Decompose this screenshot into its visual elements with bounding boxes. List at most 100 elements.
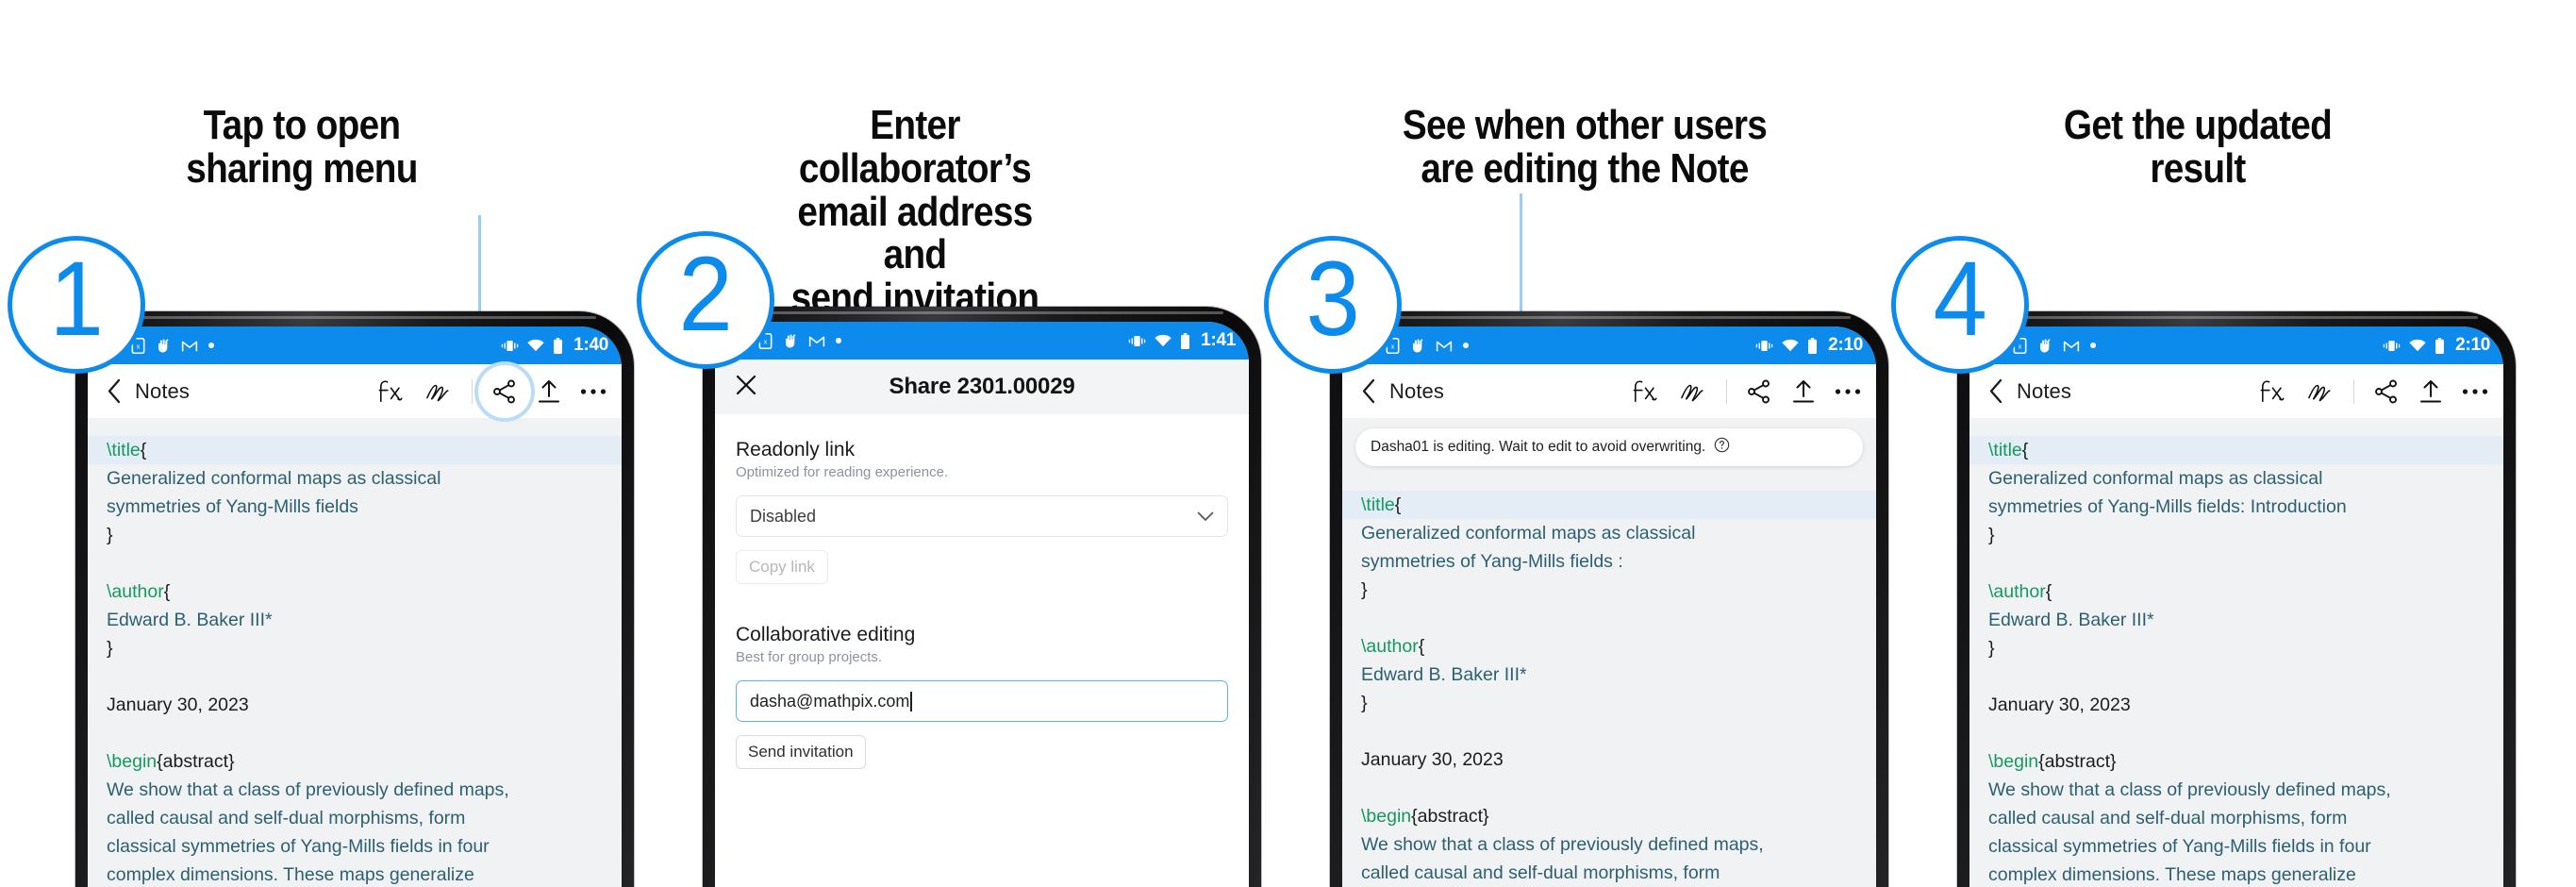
editor-token: \title bbox=[1988, 440, 2022, 460]
scribble-icon[interactable] bbox=[1679, 379, 1707, 404]
editing-notice-text: Dasha01 is editing. Wait to edit to avoi… bbox=[1371, 439, 1706, 455]
close-icon[interactable] bbox=[734, 373, 758, 402]
readonly-link-select-value: Disabled bbox=[750, 506, 817, 526]
editor-line: Generalized conformal maps as classical bbox=[107, 464, 603, 493]
dot-icon bbox=[1463, 343, 1469, 348]
app-bar: Notes bbox=[88, 364, 622, 419]
share-icon[interactable] bbox=[1746, 378, 1772, 405]
editor-token: } bbox=[1988, 525, 1995, 545]
editor-lines-3: \title { Generalized conformal maps as cla… bbox=[1342, 474, 1876, 887]
svg-text:x: x bbox=[2019, 343, 2022, 350]
editor-token: { bbox=[1418, 636, 1425, 657]
editor-line: complex dimensions. These maps generaliz… bbox=[107, 861, 603, 887]
back-button[interactable] bbox=[1361, 378, 1389, 404]
editor-token: We show that a class of previously defin… bbox=[1361, 834, 1764, 855]
collaborative-editing-heading: Collaborative editing bbox=[736, 624, 916, 645]
editor-token: \author bbox=[1361, 636, 1419, 657]
editor-token: We show that a class of previously defin… bbox=[1988, 779, 2391, 800]
status-bar-time: 1:40 bbox=[573, 335, 608, 355]
phone-body: x 2:10 Notes bbox=[1330, 311, 1888, 887]
upload-icon[interactable] bbox=[2418, 378, 2443, 405]
phone-frame-step-1: x 1:40 Notes \title{Generalized conform… bbox=[75, 311, 634, 887]
editor-token: Edward B. Baker III* bbox=[1361, 664, 1527, 685]
copy-link-button[interactable]: Copy link bbox=[736, 550, 828, 584]
hand-icon bbox=[1410, 338, 1425, 354]
gmail-icon bbox=[181, 339, 198, 353]
editor-token: called causal and self-dual morphisms, f… bbox=[1988, 808, 2348, 828]
gmail-icon bbox=[808, 334, 825, 348]
back-button[interactable] bbox=[1988, 378, 2017, 404]
collaborator-email-input[interactable]: dasha@mathpix.com bbox=[736, 680, 1228, 722]
hand-icon bbox=[2037, 338, 2052, 354]
gmail-icon bbox=[2063, 339, 2080, 353]
editor-line: \title{ bbox=[88, 436, 622, 464]
step-caption-2: Enter collaborator’s email address and s… bbox=[790, 102, 1039, 321]
phone-screen: x 1:41 Share 2301.00029 Readonly link Op… bbox=[715, 322, 1249, 887]
editor-line: classical symmetries of Yang-Mills field… bbox=[107, 832, 603, 861]
editor-token: {abstract} bbox=[1411, 806, 1489, 827]
help-circle-icon[interactable] bbox=[1714, 437, 1730, 458]
editor-line: symmetries of Yang-Mills fields : bbox=[1361, 547, 1857, 576]
toolbar-divider bbox=[472, 378, 473, 404]
latex-editor[interactable]: \title { Generalized conformal maps as cla… bbox=[1342, 474, 1876, 887]
toolbar-divider bbox=[1726, 378, 1727, 404]
collaborative-editing-subtext: Best for group projects. bbox=[736, 649, 883, 665]
editor-line: called causal and self-dual morphisms, f… bbox=[1988, 804, 2485, 832]
editor-line: We show that a class of previously defin… bbox=[1361, 830, 1857, 859]
share-icon[interactable] bbox=[491, 378, 518, 405]
battery-icon bbox=[1807, 337, 1818, 354]
editor-token: \title bbox=[107, 440, 141, 460]
phone-body: x 1:41 Share 2301.00029 Readonly link Op… bbox=[703, 307, 1261, 887]
step-caption-1: Tap to open sharing menu bbox=[186, 102, 418, 192]
latex-editor[interactable]: \title{ Generalized conformal maps as cla… bbox=[1969, 419, 2503, 887]
editor-token: Generalized conformal maps as classical bbox=[1361, 523, 1696, 544]
editor-token: complex dimensions. These maps generaliz… bbox=[1988, 864, 2356, 885]
phone-edge-highlight bbox=[1368, 316, 1851, 319]
upload-icon[interactable] bbox=[1791, 378, 1816, 405]
editor-line: } bbox=[1361, 576, 1857, 604]
fx-icon[interactable] bbox=[2259, 378, 2287, 405]
step-badge-1: 1 bbox=[8, 236, 145, 374]
latex-editor[interactable]: \title{ Generalized conformal maps as cla… bbox=[88, 419, 622, 887]
dot-icon bbox=[2090, 343, 2096, 348]
more-icon[interactable] bbox=[580, 388, 607, 395]
fx-icon[interactable] bbox=[1632, 378, 1660, 405]
send-invitation-button[interactable]: Send invitation bbox=[736, 735, 866, 769]
status-bar: x 2:10 bbox=[1342, 326, 1876, 364]
more-icon[interactable] bbox=[2462, 388, 2488, 395]
more-icon[interactable] bbox=[1835, 388, 1861, 395]
upload-icon[interactable] bbox=[537, 378, 561, 405]
editor-line: Generalized conformal maps as classical bbox=[1361, 519, 1857, 547]
editor-token: Generalized conformal maps as classical bbox=[107, 468, 441, 489]
phone-frame-step-2: x 1:41 Share 2301.00029 Readonly link Op… bbox=[703, 307, 1261, 887]
share-icon[interactable] bbox=[2373, 378, 2400, 405]
readonly-link-select[interactable]: Disabled bbox=[736, 495, 1228, 537]
scribble-icon[interactable] bbox=[424, 379, 453, 404]
editor-lines-1: \title{ Generalized conformal maps as cla… bbox=[88, 419, 622, 887]
editor-line: January 30, 2023 bbox=[1988, 691, 2485, 719]
editor-token: \title bbox=[1361, 494, 1395, 515]
status-bar: x 2:10 bbox=[1969, 326, 2503, 364]
editor-line: \begin{abstract} bbox=[1361, 802, 1857, 830]
back-button[interactable] bbox=[107, 378, 135, 404]
chevron-down-icon bbox=[1197, 507, 1214, 527]
editor-token: Generalized conformal maps as classical bbox=[1988, 468, 2323, 489]
step-caption-4: Get the updated result bbox=[2063, 102, 2333, 192]
editor-token: January 30, 2023 bbox=[107, 695, 249, 715]
phone-body: x 1:40 Notes \title{Generalized conform… bbox=[75, 311, 634, 887]
wifi-icon bbox=[527, 339, 544, 352]
scribble-icon[interactable] bbox=[2306, 379, 2335, 404]
fx-icon[interactable] bbox=[377, 378, 406, 405]
editor-token: \begin bbox=[107, 751, 158, 772]
battery-icon bbox=[2435, 337, 2445, 354]
editor-token: \begin bbox=[1361, 806, 1412, 827]
editor-lines-4: \title{ Generalized conformal maps as cla… bbox=[1969, 419, 2503, 887]
editor-line: \title{ bbox=[1969, 436, 2503, 464]
editor-token: } bbox=[107, 525, 113, 545]
